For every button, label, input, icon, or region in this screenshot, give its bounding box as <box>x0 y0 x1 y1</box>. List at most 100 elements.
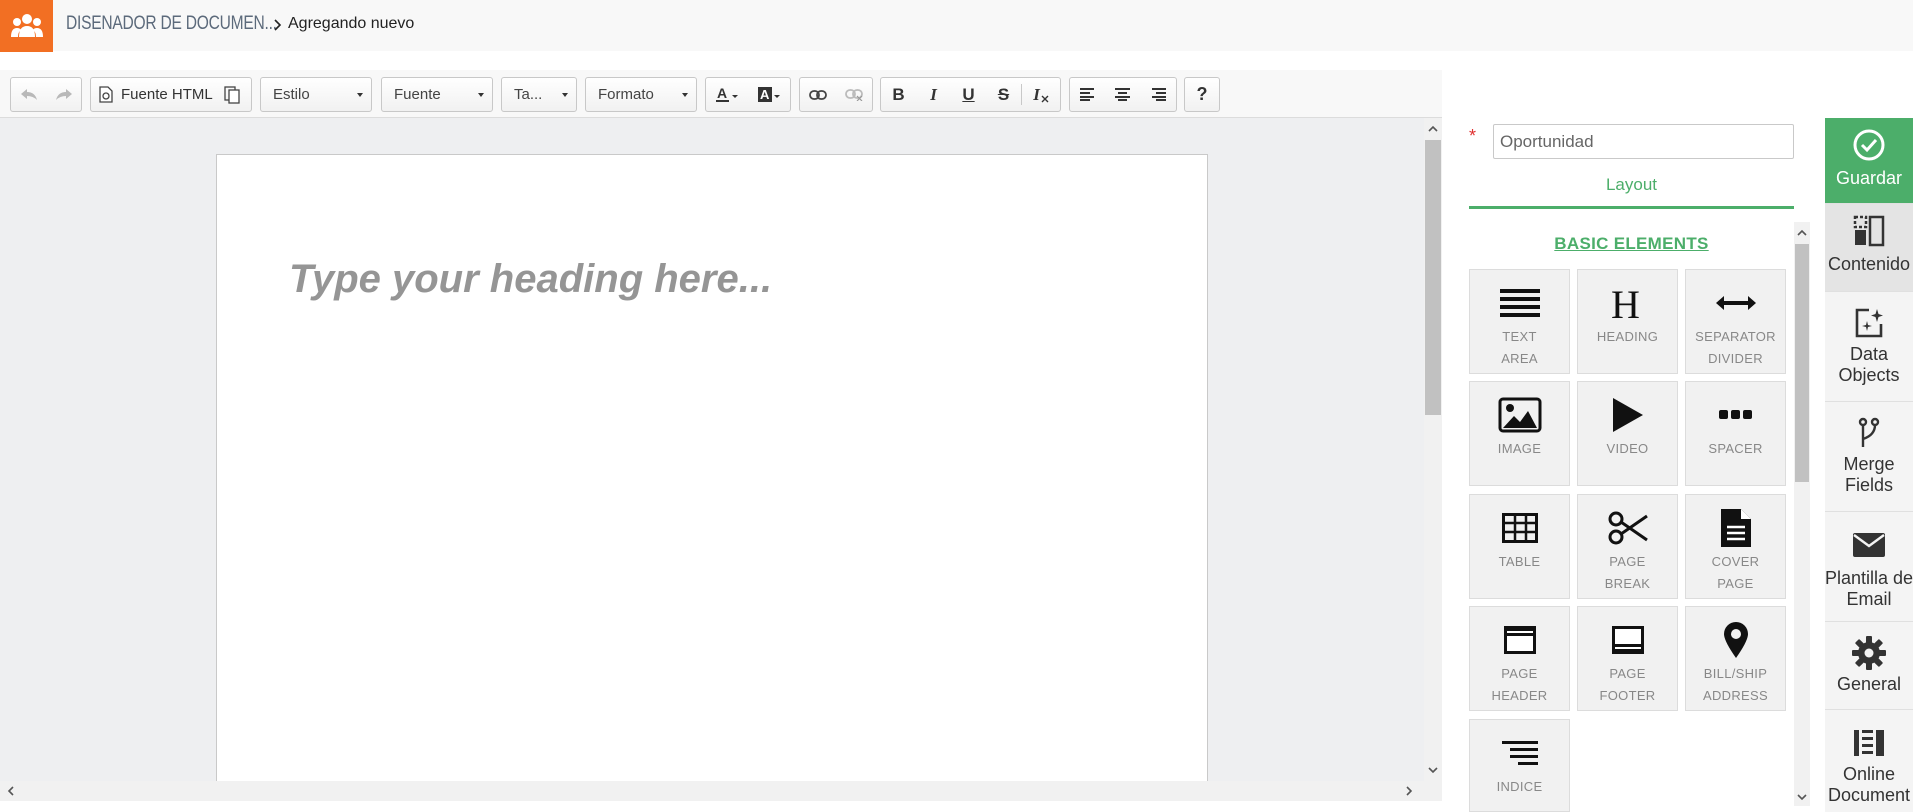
redo-button[interactable] <box>46 78 81 111</box>
size-dropdown[interactable]: Ta... <box>501 77 577 112</box>
format-dropdown[interactable]: Formato <box>585 77 697 112</box>
copy-icon <box>224 85 240 104</box>
scroll-left-icon <box>7 786 14 796</box>
panel-scroll-thumb[interactable] <box>1795 244 1809 482</box>
sidebar-item-general[interactable]: General <box>1825 622 1913 710</box>
app-title[interactable]: DISENADOR DE DOCUMEN... <box>66 13 277 35</box>
element-bill-ship-address[interactable]: BILL/SHIP ADDRESS <box>1685 606 1786 711</box>
align-right-button[interactable] <box>1141 78 1176 111</box>
table-icon <box>1501 513 1538 543</box>
align-center-button[interactable] <box>1105 78 1140 111</box>
redo-icon <box>55 88 72 100</box>
scroll-down-icon <box>1428 767 1438 774</box>
element-cover-page[interactable]: COVER PAGE <box>1685 494 1786 599</box>
editor-canvas: Type your heading here... <box>0 118 1424 781</box>
element-label: SPACER <box>1708 441 1763 456</box>
cover-page-icon <box>1720 509 1751 547</box>
element-label: HEADING <box>1596 329 1659 344</box>
align-center-icon <box>1115 88 1131 101</box>
sidebar-item-merge-fields[interactable]: Merge Fields <box>1825 402 1913 512</box>
sidebar-label: Contenido <box>1827 254 1911 274</box>
unlink-icon <box>845 88 863 101</box>
element-text-area[interactable]: TEXT AREA <box>1469 269 1570 374</box>
copy-formatting-button[interactable] <box>215 78 249 111</box>
clear-x-icon <box>1041 95 1049 102</box>
link-button[interactable] <box>800 78 836 111</box>
element-page-break[interactable]: PAGE BREAK <box>1577 494 1678 599</box>
video-icon <box>1612 398 1643 432</box>
breadcrumb-current: Agregando nuevo <box>288 15 415 32</box>
merge-icon <box>1858 417 1880 447</box>
index-icon <box>1501 741 1538 765</box>
sidebar-item-data-objects[interactable]: Data Objects <box>1825 292 1913 402</box>
map-pin-icon <box>1723 622 1748 658</box>
element-label: PAGE <box>1717 576 1754 591</box>
editor-vertical-scrollbar[interactable] <box>1424 118 1442 781</box>
element-label: PAGE <box>1501 666 1538 681</box>
html-source-icon <box>99 86 113 103</box>
font-dropdown[interactable]: Fuente <box>381 77 493 112</box>
sidebar-item-contenido[interactable]: Contenido <box>1825 204 1913 292</box>
sidebar-item-email-template[interactable]: Plantilla de Email <box>1825 512 1913 622</box>
sidebar-label: Data <box>1849 344 1889 364</box>
remove-format-button[interactable]: I <box>1022 78 1060 111</box>
scroll-up-icon <box>1797 229 1807 236</box>
sidebar-label: Plantilla de <box>1824 568 1913 588</box>
basic-elements-title: BASIC ELEMENTS <box>1554 234 1709 253</box>
link-icon <box>809 89 827 100</box>
style-dropdown[interactable]: Estilo <box>260 77 372 112</box>
element-separator[interactable]: SEPARATOR DIVIDER <box>1685 269 1786 374</box>
background-color-button[interactable]: A <box>748 78 790 111</box>
spacer-icon <box>1718 410 1752 419</box>
element-label: TEXT <box>1502 329 1537 344</box>
editor-horizontal-scrollbar[interactable] <box>0 781 1442 801</box>
element-label: SEPARATOR <box>1695 329 1776 344</box>
editor-vertical-scroll-thumb[interactable] <box>1425 140 1441 415</box>
required-marker: * <box>1469 126 1477 146</box>
strikethrough-button[interactable]: S <box>986 78 1021 111</box>
source-group: Fuente HTML <box>90 77 252 112</box>
element-page-footer[interactable]: PAGE FOOTER <box>1577 606 1678 711</box>
editor-toolbar: Fuente HTML Estilo Fuente Ta... Formato … <box>0 70 1442 118</box>
tab-layout[interactable]: Layout <box>1469 170 1794 209</box>
separator-icon <box>1715 296 1756 310</box>
element-label: FOOTER <box>1599 688 1656 703</box>
element-spacer[interactable]: SPACER <box>1685 381 1786 486</box>
text-color-icon: A <box>716 86 738 102</box>
history-group <box>10 77 82 112</box>
undo-button[interactable] <box>11 78 46 111</box>
text-color-button[interactable]: A <box>706 78 748 111</box>
element-page-header[interactable]: PAGE HEADER <box>1469 606 1570 711</box>
unlink-button[interactable] <box>836 78 872 111</box>
data-objects-icon <box>1855 308 1883 338</box>
sidebar-label: General <box>1836 674 1902 694</box>
size-dropdown-label: Ta... <box>514 86 543 103</box>
element-indice[interactable]: INDICE <box>1469 719 1570 812</box>
app-logo[interactable] <box>0 0 53 52</box>
svg-text:A: A <box>760 87 770 102</box>
element-table[interactable]: TABLE <box>1469 494 1570 599</box>
panel-scrollbar[interactable] <box>1794 222 1810 806</box>
element-heading[interactable]: H HEADING <box>1577 269 1678 374</box>
help-button[interactable]: ? <box>1185 78 1219 111</box>
save-button[interactable]: Guardar <box>1825 118 1913 204</box>
document-page[interactable]: Type your heading here... <box>216 154 1208 781</box>
sidebar-label: Document <box>1827 785 1911 805</box>
content-layout-icon <box>1853 215 1885 247</box>
bold-button[interactable]: B <box>881 78 916 111</box>
element-image[interactable]: IMAGE <box>1469 381 1570 486</box>
heading-placeholder[interactable]: Type your heading here... <box>289 257 772 302</box>
sidebar-label: Guardar <box>1835 168 1903 188</box>
element-label: BILL/SHIP <box>1703 666 1768 681</box>
sidebar-label: Online <box>1842 764 1895 784</box>
italic-button[interactable]: I <box>916 78 951 111</box>
underline-button[interactable]: U <box>951 78 986 111</box>
html-source-button[interactable]: Fuente HTML <box>91 78 215 111</box>
element-video[interactable]: VIDEO <box>1577 381 1678 486</box>
align-left-button[interactable] <box>1070 78 1105 111</box>
sidebar-item-online-document[interactable]: Online Document <box>1825 710 1913 812</box>
check-circle-icon <box>1853 129 1885 161</box>
element-label: ADDRESS <box>1703 688 1768 703</box>
style-dropdown-label: Estilo <box>273 86 310 103</box>
document-name-field[interactable] <box>1493 124 1794 159</box>
